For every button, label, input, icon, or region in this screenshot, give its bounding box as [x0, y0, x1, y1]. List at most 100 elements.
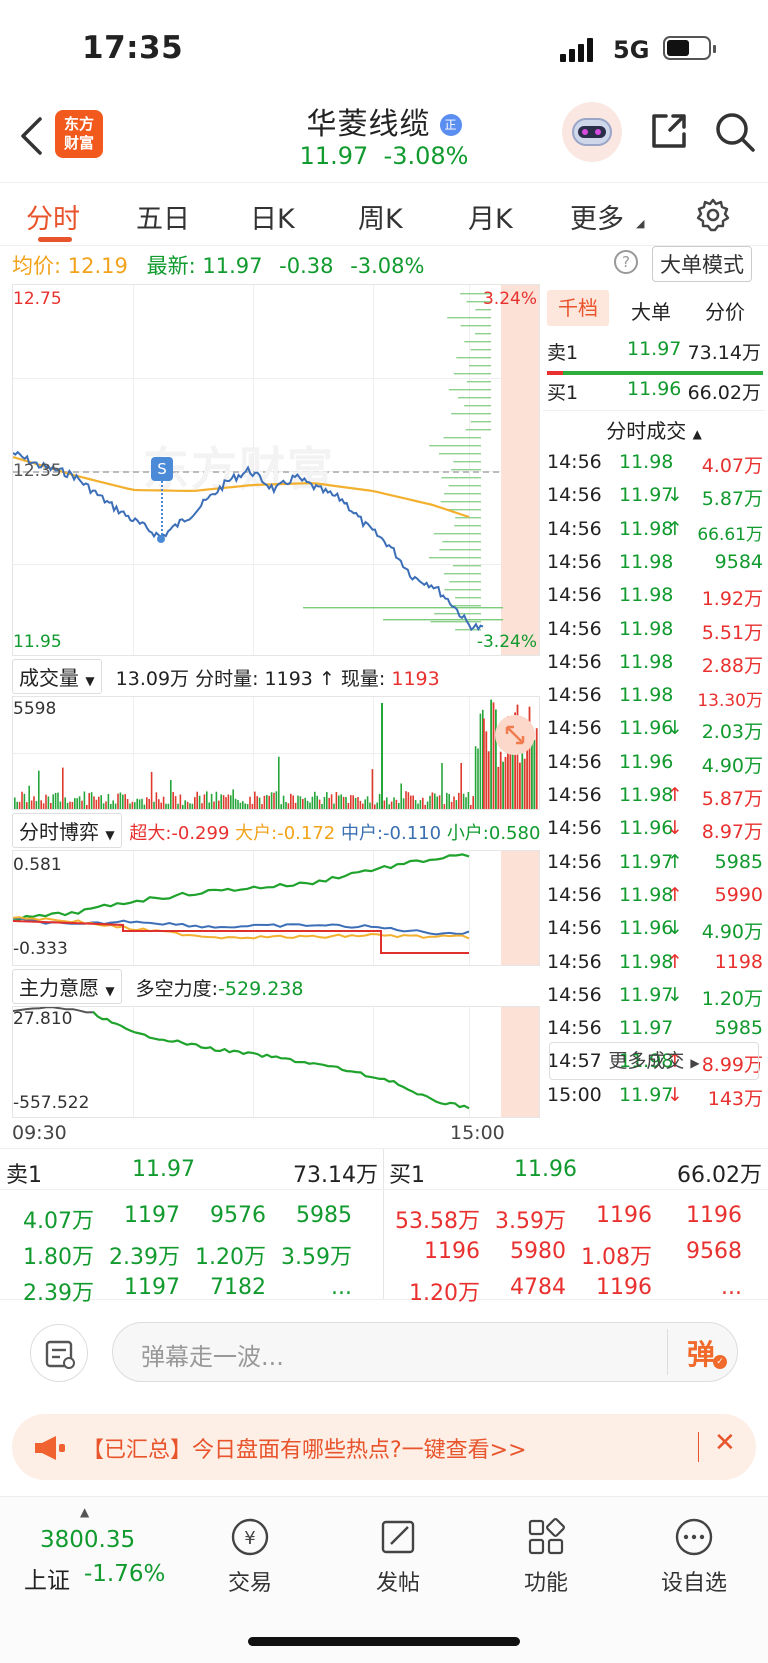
trade-volume: 1198 — [714, 950, 763, 973]
game-chart[interactable]: 0.581 -0.333 — [12, 850, 540, 966]
book-buy1-row: 买1 11.96 66.02万 — [547, 378, 761, 404]
trade-volume: 5990 — [714, 883, 763, 906]
help-icon[interactable]: ? — [614, 250, 638, 274]
tab-weekly-k[interactable]: 周K — [358, 197, 403, 236]
intent-y-min: -557.522 — [13, 1093, 90, 1113]
big-order-mode-button[interactable]: 大单模式 — [652, 246, 752, 282]
game-dropdown[interactable]: 分时博弈 ▼ — [12, 813, 122, 848]
news-button[interactable] — [30, 1324, 88, 1382]
trade-row: 14:56 11.98 13.30万 — [543, 679, 765, 712]
super-large-value: 超大:-0.299 — [129, 823, 230, 844]
trade-arrow: ↓ — [667, 917, 683, 940]
status-bar: 17:35 5G — [0, 0, 768, 100]
settings-icon[interactable] — [695, 197, 731, 233]
trades-section-title[interactable]: 分时成交 ▲ — [543, 410, 765, 444]
trade-marker-dot — [157, 535, 165, 543]
more-trades-button[interactable]: 更多成交 ▶ — [549, 1042, 759, 1080]
status-time: 17:35 — [82, 30, 184, 66]
svg-text:¥: ¥ — [244, 1528, 255, 1549]
expand-icon — [505, 725, 525, 745]
trade-volume: 2.88万 — [701, 654, 763, 677]
trade-time: 14:56 — [547, 717, 602, 740]
trade-volume: 4.90万 — [701, 921, 763, 944]
trade-price: 11.97 — [619, 484, 674, 507]
depth-buy-price: 11.96 — [514, 1157, 577, 1182]
book-tabs: 千档 大单 分价 — [543, 288, 765, 330]
edit-icon — [381, 1520, 415, 1554]
trade-price: 11.98 — [619, 517, 674, 540]
index-ticker[interactable]: ▲ 3800.35 上证 -1.76% — [20, 1505, 170, 1605]
trade-volume: 9584 — [714, 550, 763, 573]
tab-daily-k[interactable]: 日K — [250, 197, 295, 236]
pct-max: 3.24% — [482, 289, 537, 309]
depth-sell-cell: 5985 — [296, 1203, 352, 1228]
close-banner-icon[interactable]: ✕ — [714, 1428, 736, 1458]
trade-time: 14:56 — [547, 584, 602, 607]
intent-y-max: 27.810 — [13, 1009, 73, 1029]
expand-chart-button[interactable] — [495, 715, 535, 755]
intent-chart[interactable]: 27.810 -557.522 — [12, 1006, 540, 1118]
nav-trade[interactable]: ¥ 交易 — [190, 1515, 310, 1597]
trade-arrow: ↓ — [667, 484, 683, 507]
volume-chart[interactable]: 5598 — [12, 696, 540, 810]
news-list-icon — [45, 1340, 75, 1369]
share-icon[interactable] — [648, 110, 690, 152]
volume-total: 13.09万 — [115, 668, 190, 690]
nav-functions[interactable]: 功能 — [486, 1515, 606, 1597]
price-chart[interactable]: 东方财富 12.75 12.35 11.95 3.24% -3.24% S — [12, 284, 540, 656]
trade-arrow: ↑ — [667, 517, 683, 540]
vol-arrow: ↑ — [318, 668, 335, 690]
trade-arrow: ↓ — [667, 983, 683, 1006]
trade-volume: 5.51万 — [701, 621, 763, 644]
intent-dropdown[interactable]: 主力意愿 ▼ — [12, 969, 122, 1004]
hot-topics-banner[interactable]: 【已汇总】今日盘面有哪些热点?一键查看>> ✕ — [12, 1414, 756, 1480]
tab-levels[interactable]: 千档 — [547, 290, 609, 326]
stock-header: 东方 财富 华菱线缆 正 11.97 -3.08% — [0, 100, 768, 182]
trade-price: 11.97 — [619, 1017, 674, 1040]
trade-volume: 5985 — [714, 1017, 763, 1040]
trade-time: 14:56 — [547, 883, 602, 906]
search-icon[interactable] — [713, 110, 757, 154]
trade-price: 11.98 — [619, 650, 674, 673]
tab-big-orders[interactable]: 大单 — [631, 296, 671, 325]
trade-price: 11.98 — [619, 617, 674, 640]
trade-price: 11.98 — [619, 684, 674, 707]
comment-bar: 弹幕走一波... 弹 ✓ — [0, 1300, 768, 1404]
danmu-toggle-button[interactable]: 弹 — [687, 1333, 715, 1373]
tab-five-day[interactable]: 五日 — [136, 197, 190, 236]
depth-sell-cell: ... — [331, 1275, 352, 1300]
trade-time: 14:56 — [547, 917, 602, 940]
now-vol-label: 现量: — [340, 668, 386, 690]
banner-text: 【已汇总】今日盘面有哪些热点?一键查看>> — [82, 1438, 527, 1463]
trade-arrow: ↓ — [667, 1083, 683, 1106]
tab-monthly-k[interactable]: 月K — [468, 197, 513, 236]
index-change: -1.76% — [84, 1561, 166, 1587]
megaphone-icon — [35, 1436, 65, 1460]
trade-volume: 2.03万 — [701, 721, 763, 744]
minute-vol-label: 分时量: — [195, 668, 259, 690]
trade-time: 14:56 — [547, 750, 602, 773]
trade-arrow: ↓ — [667, 717, 683, 740]
trade-marker-line — [161, 481, 163, 535]
volume-dropdown[interactable]: 成交量 ▼ — [12, 659, 102, 694]
trade-marker-s[interactable]: S — [151, 457, 173, 481]
nav-add-watchlist[interactable]: 设自选 — [634, 1515, 754, 1597]
trade-time: 15:00 — [547, 1083, 602, 1106]
danmu-input[interactable]: 弹幕走一波... 弹 ✓ — [112, 1322, 738, 1382]
trade-time: 14:56 — [547, 617, 602, 640]
nav-post[interactable]: 发帖 — [338, 1515, 458, 1597]
trade-price: 11.96 — [619, 717, 674, 740]
depth-sell-cell: 1197 — [124, 1203, 180, 1228]
trade-volume: 5.87万 — [701, 488, 763, 511]
time-start: 09:30 — [12, 1122, 67, 1144]
avg-price-value: 12.19 — [67, 254, 128, 278]
tab-intraday[interactable]: 分时 — [26, 197, 80, 236]
robot-assistant-icon[interactable] — [562, 102, 622, 162]
pct-min: -3.24% — [476, 632, 537, 652]
index-value: 3800.35 — [40, 1527, 136, 1553]
tab-more[interactable]: 更多 — [570, 197, 624, 236]
trade-row: 14:56 11.97 ↓ 1.20万 — [543, 979, 765, 1012]
dropdown-caret-icon: ◢ — [636, 217, 645, 230]
trade-price: 11.96 — [619, 817, 674, 840]
tab-price-dist[interactable]: 分价 — [705, 296, 745, 325]
